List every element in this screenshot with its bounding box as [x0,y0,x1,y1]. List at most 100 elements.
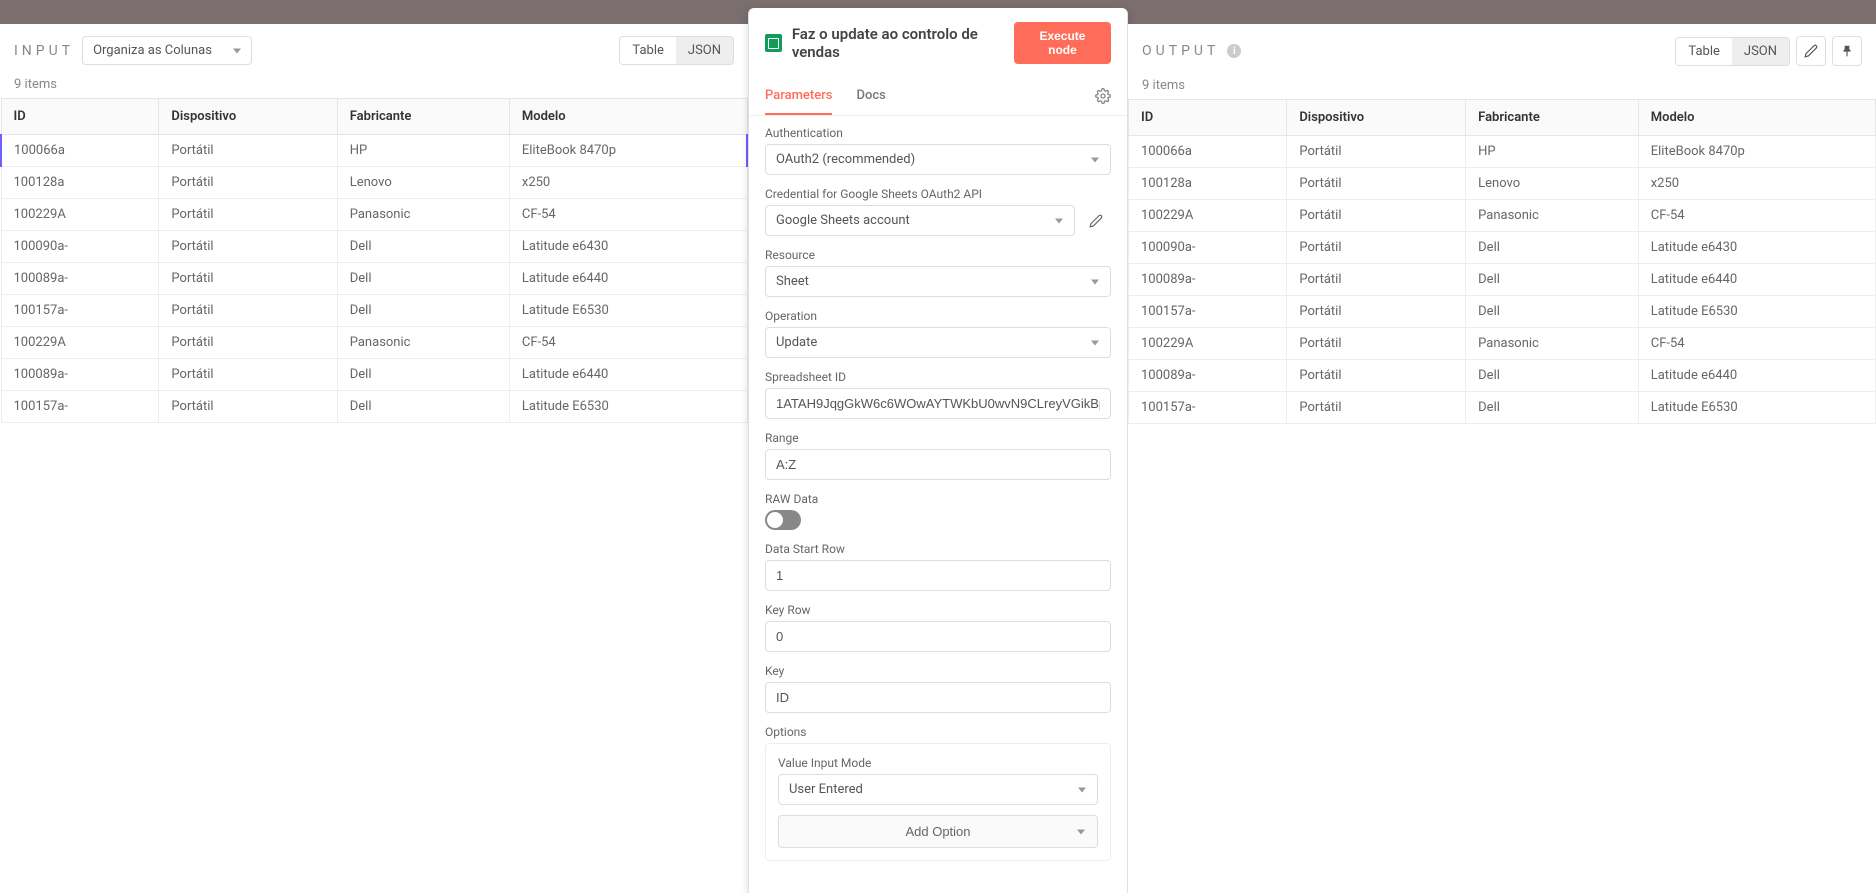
table-cell: Portátil [159,327,337,359]
table-row[interactable]: 100157a-PortátilDellLatitude E6530 [1,391,747,423]
table-cell: Dell [337,359,509,391]
node-panel: Faz o update ao controlo de vendas Execu… [748,8,1128,893]
table-cell: CF-54 [509,199,747,231]
table-header: Dispositivo [1287,100,1466,136]
execute-node-button[interactable]: Execute node [1014,22,1111,64]
operation-select[interactable]: Update [765,327,1111,358]
input-view-toggle: Table JSON [619,36,734,65]
table-row[interactable]: 100090a-PortátilDellLatitude e6430 [1129,232,1876,264]
credential-value: Google Sheets account [765,205,1075,236]
table-cell: 100157a- [1129,392,1287,424]
credential-label: Credential for Google Sheets OAuth2 API [765,187,1111,201]
table-row[interactable]: 100089a-PortátilDellLatitude e6440 [1129,360,1876,392]
table-cell: Latitude e6440 [509,359,747,391]
table-cell: Portátil [159,135,337,167]
table-cell: 100128a [1,167,159,199]
output-view-json[interactable]: JSON [1732,38,1789,65]
input-title: INPUT [14,43,74,59]
info-icon[interactable]: i [1227,44,1241,58]
input-panel: INPUT Organiza as Colunas Table JSON 9 i… [0,24,748,893]
table-row[interactable]: 100229APortátilPanasonicCF-54 [1129,328,1876,360]
range-input[interactable] [765,449,1111,480]
value-input-mode-select[interactable]: User Entered [778,774,1098,805]
table-cell: Dell [1466,232,1639,264]
table-cell: Portátil [159,391,337,423]
table-cell: CF-54 [509,327,747,359]
tab-parameters[interactable]: Parameters [765,78,832,115]
table-cell: Portátil [1287,296,1466,328]
table-cell: x250 [1638,168,1875,200]
pin-output-button[interactable] [1832,36,1862,66]
data-start-row-label: Data Start Row [765,542,1111,556]
table-cell: 100066a [1129,136,1287,168]
table-cell: Portátil [1287,264,1466,296]
table-cell: Portátil [1287,328,1466,360]
table-row[interactable]: 100089a-PortátilDellLatitude e6440 [1129,264,1876,296]
table-cell: 100089a- [1129,264,1287,296]
table-row[interactable]: 100229APortátilPanasonicCF-54 [1,327,747,359]
table-row[interactable]: 100089a-PortátilDellLatitude e6440 [1,359,747,391]
table-cell: Portátil [159,167,337,199]
resource-select[interactable]: Sheet [765,266,1111,297]
authentication-value: OAuth2 (recommended) [765,144,1111,175]
spreadsheet-id-input[interactable] [765,388,1111,419]
table-cell: x250 [509,167,747,199]
table-row[interactable]: 100066aPortátilHPEliteBook 8470p [1,135,747,167]
table-cell: Portátil [1287,136,1466,168]
options-label: Options [765,725,1111,739]
table-cell: Dell [337,391,509,423]
table-cell: Portátil [1287,360,1466,392]
workspace: INPUT Organiza as Colunas Table JSON 9 i… [0,24,1876,893]
input-view-table[interactable]: Table [620,37,675,64]
table-row[interactable]: 100229APortátilPanasonicCF-54 [1,199,747,231]
table-row[interactable]: 100157a-PortátilDellLatitude E6530 [1,295,747,327]
output-view-table[interactable]: Table [1676,38,1731,65]
spreadsheet-id-label: Spreadsheet ID [765,370,1111,384]
table-header: Modelo [1638,100,1875,136]
table-row[interactable]: 100066aPortátilHPEliteBook 8470p [1129,136,1876,168]
table-row[interactable]: 100229APortátilPanasonicCF-54 [1129,200,1876,232]
table-cell: Dell [337,263,509,295]
table-row[interactable]: 100128aPortátilLenovox250 [1129,168,1876,200]
key-row-input[interactable] [765,621,1111,652]
input-view-json[interactable]: JSON [676,37,733,64]
table-cell: Latitude e6430 [1638,232,1875,264]
edit-output-button[interactable] [1796,36,1826,66]
table-cell: 100089a- [1129,360,1287,392]
data-start-row-input[interactable] [765,560,1111,591]
authentication-select[interactable]: OAuth2 (recommended) [765,144,1111,175]
table-cell: 100090a- [1129,232,1287,264]
table-header: Fabricante [337,99,509,135]
input-table: IDDispositivoFabricanteModelo 100066aPor… [0,98,748,423]
table-header: Fabricante [1466,100,1639,136]
google-sheets-icon [765,34,782,52]
add-option-button[interactable]: Add Option [778,815,1098,848]
raw-data-toggle[interactable] [765,510,801,530]
credential-select[interactable]: Google Sheets account [765,205,1075,236]
table-cell: Portátil [159,231,337,263]
edit-credential-button[interactable] [1081,206,1111,236]
table-row[interactable]: 100128aPortátilLenovox250 [1,167,747,199]
table-header: ID [1129,100,1287,136]
table-cell: Latitude e6440 [1638,360,1875,392]
input-source-select[interactable]: Organiza as Colunas [82,36,252,65]
table-header: Dispositivo [159,99,337,135]
tab-docs[interactable]: Docs [856,78,885,115]
output-items-count: 9 items [1142,78,1862,93]
table-row[interactable]: 100090a-PortátilDellLatitude e6430 [1,231,747,263]
table-row[interactable]: 100157a-PortátilDellLatitude E6530 [1129,296,1876,328]
key-label: Key [765,664,1111,678]
table-row[interactable]: 100089a-PortátilDellLatitude e6440 [1,263,747,295]
table-cell: Dell [1466,264,1639,296]
table-cell: Portátil [1287,168,1466,200]
value-input-mode-value: User Entered [778,774,1098,805]
gear-icon[interactable] [1095,88,1111,104]
table-cell: Portátil [1287,392,1466,424]
table-cell: Panasonic [337,199,509,231]
table-cell: Lenovo [1466,168,1639,200]
table-cell: 100089a- [1,359,159,391]
table-cell: Portátil [159,199,337,231]
table-cell: Panasonic [337,327,509,359]
table-row[interactable]: 100157a-PortátilDellLatitude E6530 [1129,392,1876,424]
key-input[interactable] [765,682,1111,713]
